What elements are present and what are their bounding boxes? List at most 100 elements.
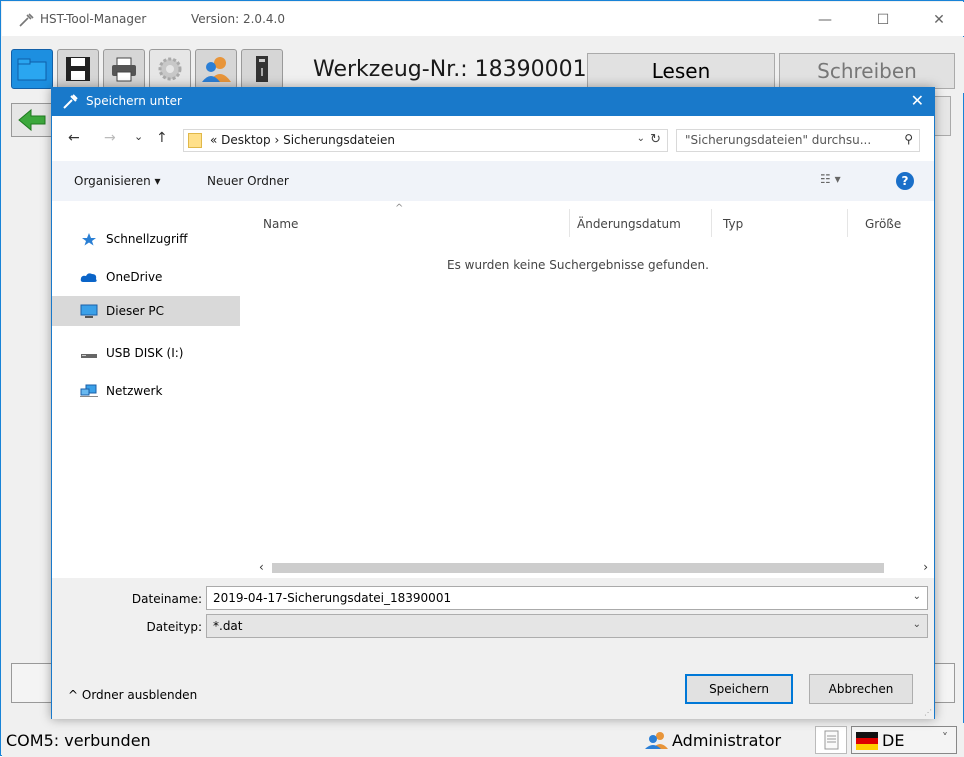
nav-item-quick-access[interactable]: Schnellzugriff <box>52 224 240 254</box>
close-icon[interactable]: ✕ <box>916 7 962 33</box>
user-button[interactable] <box>195 49 237 89</box>
nav-item-label: Schnellzugriff <box>106 232 188 246</box>
horizontal-scrollbar[interactable]: ‹ › <box>247 558 934 578</box>
arrow-left-icon <box>18 108 46 132</box>
address-path: « Desktop › Sicherungsdateien <box>210 133 396 147</box>
filetype-value: *.dat <box>213 619 243 633</box>
status-bar: COM5: verbunden Administrator DE ˅ <box>2 723 964 757</box>
chevron-down-icon[interactable]: ⌄ <box>913 619 921 630</box>
language-label: DE <box>882 731 905 750</box>
scroll-thumb[interactable] <box>272 563 884 573</box>
language-select[interactable]: DE ˅ <box>851 726 957 754</box>
column-divider[interactable] <box>711 209 712 237</box>
nav-item-label: USB DISK (I:) <box>106 346 184 360</box>
filename-value: 2019-04-17-Sicherungsdatei_18390001 <box>213 591 452 605</box>
column-header-type[interactable]: Typ <box>723 217 743 231</box>
filetype-label: Dateityp: <box>146 620 202 634</box>
nav-item-usb-disk[interactable]: USB DISK (I:) <box>52 338 240 368</box>
app-version: Version: 2.0.4.0 <box>191 12 285 26</box>
column-divider[interactable] <box>569 209 570 237</box>
resize-grip-icon[interactable]: ⋰ <box>924 708 932 717</box>
cloud-icon <box>80 273 97 282</box>
column-divider[interactable] <box>847 209 848 237</box>
nav-item-label: OneDrive <box>106 270 163 284</box>
save-button[interactable] <box>57 49 99 89</box>
nav-item-label: Dieser PC <box>106 304 164 318</box>
help-icon[interactable]: ? <box>896 172 914 190</box>
computer-icon <box>80 304 98 318</box>
navigation-row: ← → ⌄ ↑ « Desktop › Sicherungsdateien ⌄ … <box>52 116 934 160</box>
print-button[interactable] <box>103 49 145 89</box>
filename-field[interactable]: 2019-04-17-Sicherungsdatei_18390001 ⌄ <box>206 586 928 610</box>
file-list: ^ Name Änderungsdatum Typ Größe Es wurde… <box>247 201 934 578</box>
title-bar: HST-Tool-Manager Version: 2.0.4.0 — ☐ ✕ <box>2 2 964 36</box>
minimize-icon[interactable]: — <box>802 7 848 33</box>
save-disk-icon <box>66 57 90 81</box>
new-folder-button[interactable]: Neuer Ordner <box>207 174 289 188</box>
address-bar[interactable]: « Desktop › Sicherungsdateien ⌄ ↻ <box>183 129 668 152</box>
wrench-icon <box>63 94 78 109</box>
user-icon <box>202 57 231 82</box>
chevron-down-icon[interactable]: ⌄ <box>913 591 921 602</box>
sort-up-icon: ^ <box>395 203 404 214</box>
document-icon <box>824 730 839 750</box>
search-placeholder: "Sicherungsdateien" durchsu... <box>685 133 872 147</box>
back-arrow-icon[interactable]: ← <box>68 130 80 146</box>
back-button[interactable] <box>11 103 53 137</box>
hide-folders-label: Ordner ausblenden <box>81 688 198 702</box>
scroll-right-icon[interactable]: › <box>923 560 928 574</box>
write-button[interactable]: Schreiben <box>779 53 955 89</box>
column-header-name[interactable]: Name <box>263 217 298 231</box>
open-folder-button[interactable] <box>11 49 53 89</box>
read-button[interactable]: Lesen <box>587 53 775 89</box>
close-icon[interactable]: ✕ <box>911 91 924 110</box>
refresh-icon[interactable]: ↻ <box>650 132 661 147</box>
document-button[interactable] <box>815 726 847 754</box>
save-as-dialog: Speichern unter ✕ ← → ⌄ ↑ « Desktop › Si… <box>51 87 935 719</box>
wrench-icon <box>19 13 34 27</box>
user-role: Administrator <box>672 731 782 750</box>
settings-button[interactable] <box>149 49 191 89</box>
chevron-down-icon[interactable]: ⌄ <box>637 133 645 144</box>
user-icon <box>645 732 668 749</box>
save-button[interactable]: Speichern <box>685 674 793 704</box>
column-header-size[interactable]: Größe <box>865 217 901 231</box>
maximize-icon[interactable]: ☐ <box>860 7 906 33</box>
connection-status: COM5: verbunden <box>6 731 151 750</box>
command-bar: Organisieren ▾ Neuer Ordner ☷ ▾ ? <box>52 161 934 201</box>
gear-icon <box>158 57 182 81</box>
recent-locations-icon[interactable]: ⌄ <box>134 130 143 143</box>
german-flag-icon <box>856 732 878 750</box>
chevron-down-icon: ˅ <box>942 731 948 745</box>
empty-message: Es wurden keine Suchergebnisse gefunden. <box>447 258 709 272</box>
column-header-date[interactable]: Änderungsdatum <box>577 217 681 231</box>
view-options-icon[interactable]: ☷ ▾ <box>820 172 841 186</box>
drive-icon <box>81 354 97 358</box>
organize-menu[interactable]: Organisieren ▾ <box>74 174 161 188</box>
navigation-pane: Schnellzugriff OneDrive Dieser PC USB DI… <box>52 201 240 578</box>
dialog-title: Speichern unter <box>86 94 182 108</box>
forward-arrow-icon[interactable]: → <box>104 130 116 146</box>
cancel-button[interactable]: Abbrechen <box>809 674 913 704</box>
nav-item-this-pc[interactable]: Dieser PC <box>52 296 240 326</box>
search-input[interactable]: "Sicherungsdateien" durchsu... ⚲ <box>676 129 920 152</box>
usb-button[interactable] <box>241 49 283 89</box>
network-icon <box>80 384 98 397</box>
nav-item-onedrive[interactable]: OneDrive <box>52 262 240 292</box>
open-folder-icon <box>17 58 47 81</box>
up-arrow-icon[interactable]: ↑ <box>156 130 168 146</box>
filetype-select[interactable]: *.dat ⌄ <box>206 614 928 638</box>
usb-device-icon <box>256 56 268 82</box>
nav-item-label: Netzwerk <box>106 384 163 398</box>
nav-item-network[interactable]: Netzwerk <box>52 376 240 406</box>
search-icon[interactable]: ⚲ <box>904 132 913 146</box>
app-title: HST-Tool-Manager <box>40 12 147 26</box>
dialog-footer: Dateiname: 2019-04-17-Sicherungsdatei_18… <box>52 578 934 719</box>
dialog-title-bar: Speichern unter ✕ <box>52 88 934 116</box>
chevron-up-icon: ^ <box>68 688 79 702</box>
printer-icon <box>112 57 136 82</box>
tool-number-label: Werkzeug-Nr.: 18390001 <box>313 57 587 82</box>
star-icon <box>82 233 96 246</box>
hide-folders-toggle[interactable]: ^ Ordner ausblenden <box>68 688 197 702</box>
scroll-left-icon[interactable]: ‹ <box>259 560 264 574</box>
